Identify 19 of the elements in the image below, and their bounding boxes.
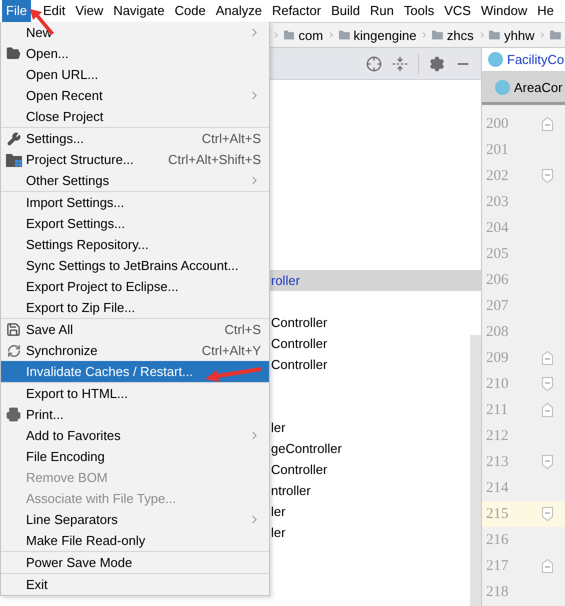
line-number: 202 bbox=[485, 168, 510, 184]
line-number: 207 bbox=[485, 298, 510, 314]
line-number: 211 bbox=[485, 402, 509, 418]
line-number: 203 bbox=[485, 194, 510, 210]
line-number: 212 bbox=[485, 428, 510, 444]
line-number: 218 bbox=[485, 584, 510, 600]
line-number: 208 bbox=[485, 324, 510, 340]
line-number: 213 bbox=[485, 454, 510, 470]
line-number: 214 bbox=[485, 480, 510, 496]
line-number: 201 bbox=[485, 142, 510, 158]
line-number: 205 bbox=[485, 246, 510, 262]
line-number: 206 bbox=[485, 272, 510, 288]
line-number: 209 bbox=[485, 350, 510, 366]
line-number: 217 bbox=[485, 558, 510, 574]
line-number: 215 bbox=[485, 506, 510, 522]
line-number: 204 bbox=[485, 220, 510, 236]
line-number: 216 bbox=[485, 532, 510, 548]
line-number: 210 bbox=[485, 376, 510, 392]
line-number: 200 bbox=[485, 116, 510, 132]
